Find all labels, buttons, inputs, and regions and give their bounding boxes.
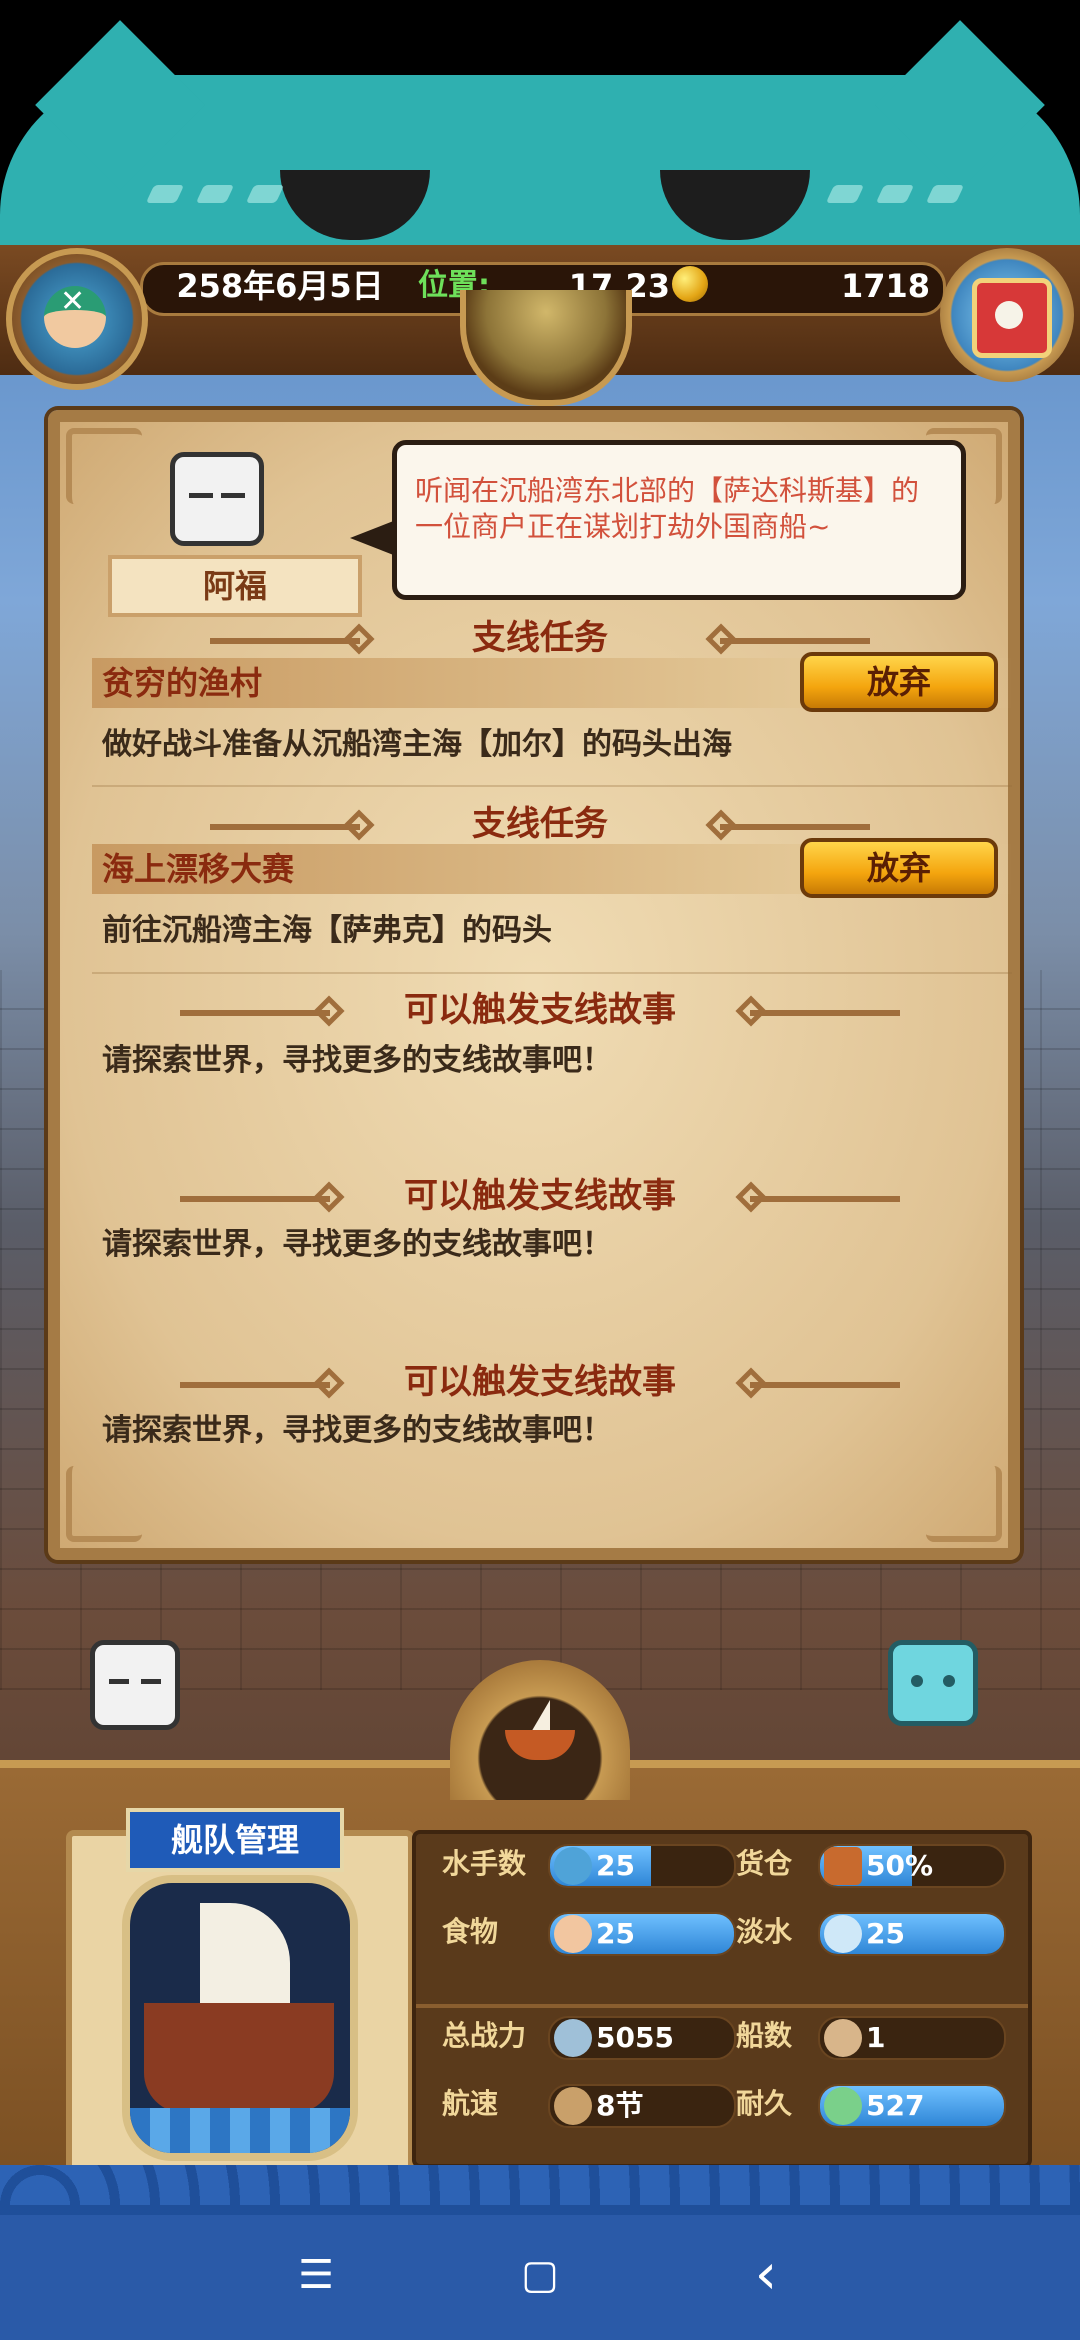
cargo-icon bbox=[824, 1847, 862, 1885]
back-nav-icon[interactable]: ‹ bbox=[736, 2245, 796, 2305]
npc-dialog-bubble: 听闻在沉船湾东北部的【萨达科斯基】的一位商户正在谋划打劫外国商船~ bbox=[392, 440, 966, 600]
quest-name: 贫穷的渔村 bbox=[102, 664, 263, 702]
story-desc: 请探索世界，寻找更多的支线故事吧！ bbox=[102, 1043, 612, 1078]
game-date: 258年6月5日 bbox=[176, 267, 384, 305]
food-icon bbox=[554, 1915, 592, 1953]
stat-label: 淡水 bbox=[736, 1915, 793, 1948]
stat-bar: 527 bbox=[818, 2084, 1006, 2128]
quest-desc: 做好战斗准备从沉船湾主海【加尔】的码头出海 bbox=[102, 727, 732, 762]
stat-label: 航速 bbox=[442, 2087, 499, 2120]
ornament-right bbox=[720, 824, 870, 830]
fleet-ship-image[interactable] bbox=[122, 1875, 358, 2161]
ornament-right bbox=[750, 1382, 900, 1388]
fleet-management-button[interactable]: 舰队管理 bbox=[126, 1808, 344, 1872]
stat-value: 25 bbox=[596, 1917, 635, 1950]
divider bbox=[92, 785, 1012, 787]
abandon-button[interactable]: 放弃 bbox=[800, 838, 998, 898]
ornament-left bbox=[210, 638, 360, 644]
stat-label: 船数 bbox=[736, 2019, 793, 2052]
stat-bar: 1 bbox=[818, 2016, 1006, 2060]
quest-section-title: 支线任务 bbox=[472, 804, 608, 844]
companion-robot bbox=[90, 1640, 180, 1730]
ornament-left bbox=[180, 1010, 330, 1016]
divider bbox=[92, 972, 1012, 974]
sailor-icon bbox=[554, 1847, 592, 1885]
story-title: 可以触发支线故事 bbox=[404, 1362, 676, 1402]
stat-value: 527 bbox=[866, 2089, 925, 2122]
stat-label: 货仓 bbox=[736, 1847, 793, 1880]
companion-cat bbox=[888, 1640, 978, 1726]
ornament-left bbox=[180, 1382, 330, 1388]
ornament-left bbox=[210, 824, 360, 830]
stat-value: 8节 bbox=[596, 2089, 644, 2122]
quest-name: 海上漂移大赛 bbox=[102, 850, 295, 888]
stat-label: 耐久 bbox=[736, 2087, 793, 2120]
story-desc: 请探索世界，寻找更多的支线故事吧！ bbox=[102, 1227, 612, 1262]
stat-value: 50% bbox=[866, 1849, 934, 1882]
chest-icon bbox=[972, 278, 1052, 358]
home-nav-icon[interactable]: ▢ bbox=[510, 2245, 570, 2305]
menu-nav-icon[interactable]: ☰ bbox=[286, 2245, 346, 2305]
power-icon bbox=[554, 2019, 592, 2057]
stat-bar: 50% bbox=[818, 1844, 1006, 1888]
durability-icon bbox=[824, 2087, 862, 2125]
player-avatar[interactable]: ✕ bbox=[6, 248, 148, 390]
stat-label: 总战力 bbox=[442, 2019, 527, 2052]
stat-value: 1 bbox=[866, 2021, 886, 2054]
stat-bar: 25 bbox=[548, 1912, 736, 1956]
npc-dialog-text: 听闻在沉船湾东北部的【萨达科斯基】的一位商户正在谋划打劫外国商船~ bbox=[415, 474, 920, 543]
abandon-button[interactable]: 放弃 bbox=[800, 652, 998, 712]
treasure-chest-button[interactable] bbox=[940, 248, 1074, 382]
stat-bar: 8节 bbox=[548, 2084, 736, 2128]
ornament-right bbox=[750, 1196, 900, 1202]
game-screen: 258年6月5日 位置: 17,23 1718 ✕ 阿福 听闻在沉船湾东北部的【… bbox=[0, 0, 1080, 2340]
ornament-left bbox=[180, 1196, 330, 1202]
stat-label: 水手数 bbox=[442, 1847, 527, 1880]
npc-name: 阿福 bbox=[108, 555, 362, 617]
story-title: 可以触发支线故事 bbox=[404, 990, 676, 1030]
ornament-right bbox=[720, 638, 870, 644]
stat-bar: 5055 bbox=[548, 2016, 736, 2060]
ship-count-icon bbox=[824, 2019, 862, 2057]
quest-section-title: 支线任务 bbox=[472, 618, 608, 658]
water-icon bbox=[824, 1915, 862, 1953]
quest-desc: 前往沉船湾主海【萨弗克】的码头 bbox=[102, 913, 552, 948]
stat-label: 食物 bbox=[442, 1915, 499, 1948]
sail-icon bbox=[530, 1700, 550, 1734]
stat-value: 25 bbox=[596, 1849, 635, 1882]
stat-bar: 25 bbox=[548, 1844, 736, 1888]
cat-mouth bbox=[470, 190, 610, 230]
stat-value: 25 bbox=[866, 1917, 905, 1950]
stat-value: 5055 bbox=[596, 2021, 674, 2054]
npc-portrait bbox=[170, 452, 264, 546]
coin-icon bbox=[672, 266, 708, 302]
story-desc: 请探索世界，寻找更多的支线故事吧！ bbox=[102, 1413, 612, 1448]
stat-bar: 25 bbox=[818, 1912, 1006, 1956]
speed-icon bbox=[554, 2087, 592, 2125]
story-title: 可以触发支线故事 bbox=[404, 1176, 676, 1216]
bubble-tail bbox=[350, 520, 396, 556]
gold-amount: 1718 bbox=[840, 267, 930, 305]
ornament-right bbox=[750, 1010, 900, 1016]
